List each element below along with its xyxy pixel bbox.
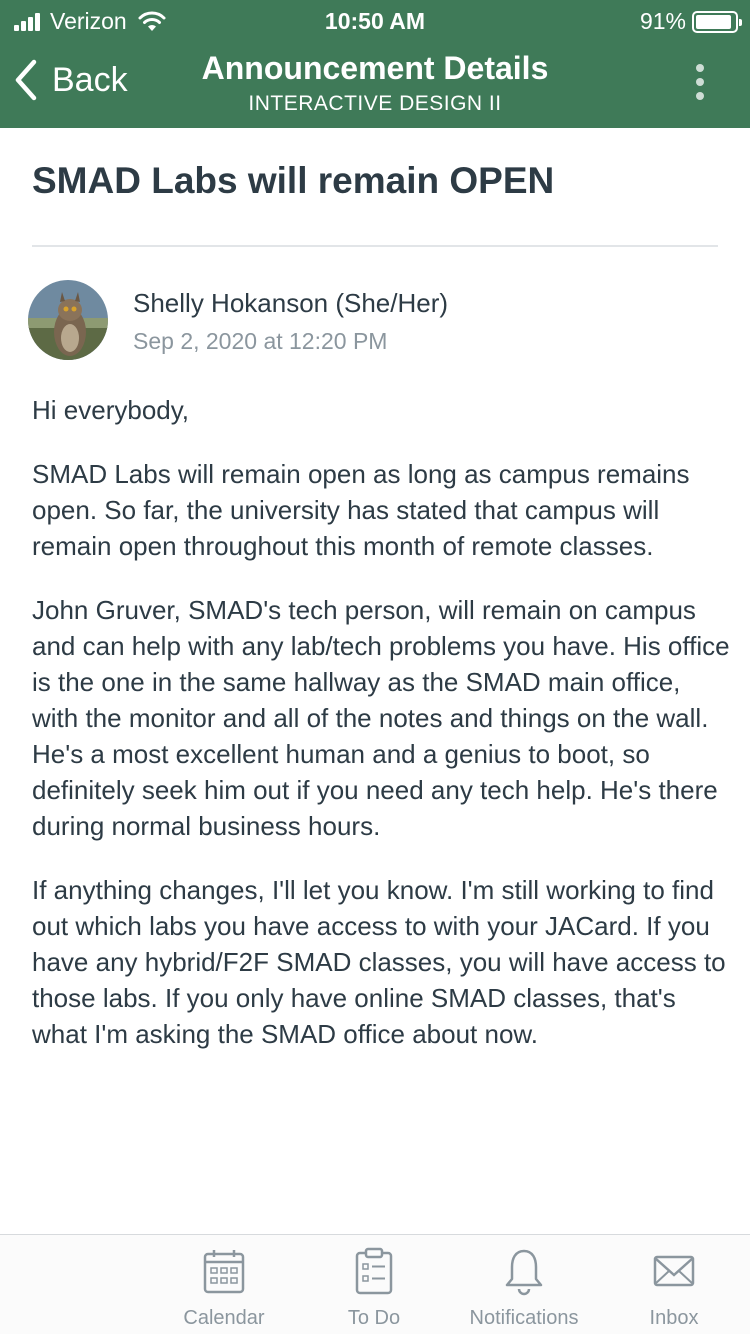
- more-options-icon[interactable]: [690, 64, 710, 104]
- nav-title: Announcement Details: [201, 50, 549, 86]
- back-label: Back: [52, 60, 128, 99]
- battery-fill: [696, 14, 731, 29]
- announcement-body: Hi everybody, SMAD Labs will remain open…: [32, 392, 732, 1080]
- back-button[interactable]: Back: [14, 58, 128, 102]
- status-time: 10:50 AM: [324, 8, 426, 34]
- bell-icon: [505, 1249, 543, 1296]
- status-bar: Verizon 10:50 AM 91%: [0, 0, 750, 40]
- tab-inbox[interactable]: Inbox: [599, 1247, 749, 1330]
- tab-todo[interactable]: To Do: [299, 1247, 449, 1330]
- body-paragraph: SMAD Labs will remain open as long as ca…: [32, 459, 690, 561]
- tab-label-inbox: Inbox: [649, 1307, 699, 1329]
- todo-clipboard-icon: [355, 1247, 393, 1295]
- envelope-icon: [653, 1255, 695, 1287]
- chevron-left-icon: [15, 59, 37, 101]
- app-header: Verizon 10:50 AM 91% Back Announcement D…: [0, 0, 750, 128]
- calendar-icon: [203, 1250, 245, 1294]
- tab-label-notifications: Notifications: [469, 1307, 579, 1329]
- battery-icon: [692, 10, 742, 33]
- tab-label-calendar: Calendar: [183, 1307, 265, 1329]
- body-paragraph: John Gruver, SMAD's tech person, will re…: [32, 595, 730, 841]
- author-name: Shelly Hokanson (She/Her): [133, 288, 449, 318]
- divider: [32, 245, 718, 247]
- tab-calendar[interactable]: Calendar: [149, 1247, 299, 1330]
- tab-label-todo: To Do: [347, 1307, 401, 1329]
- status-right: 91%: [639, 8, 742, 35]
- tab-bar: Calendar To Do Notifications Inbox: [0, 1234, 750, 1334]
- nav-subtitle: INTERACTIVE DESIGN II: [248, 92, 502, 115]
- post-date: Sep 2, 2020 at 12:20 PM: [133, 328, 388, 354]
- battery-percent: 91%: [639, 8, 686, 34]
- author-row: Shelly Hokanson (She/Her) Sep 2, 2020 at…: [28, 278, 728, 362]
- announcement-title: SMAD Labs will remain OPEN: [32, 160, 555, 201]
- body-paragraph: Hi everybody,: [32, 395, 190, 425]
- owl-avatar-image: [28, 280, 108, 360]
- avatar[interactable]: [28, 280, 108, 360]
- body-paragraph: If anything changes, I'll let you know. …: [32, 875, 726, 1049]
- tab-notifications[interactable]: Notifications: [449, 1247, 599, 1330]
